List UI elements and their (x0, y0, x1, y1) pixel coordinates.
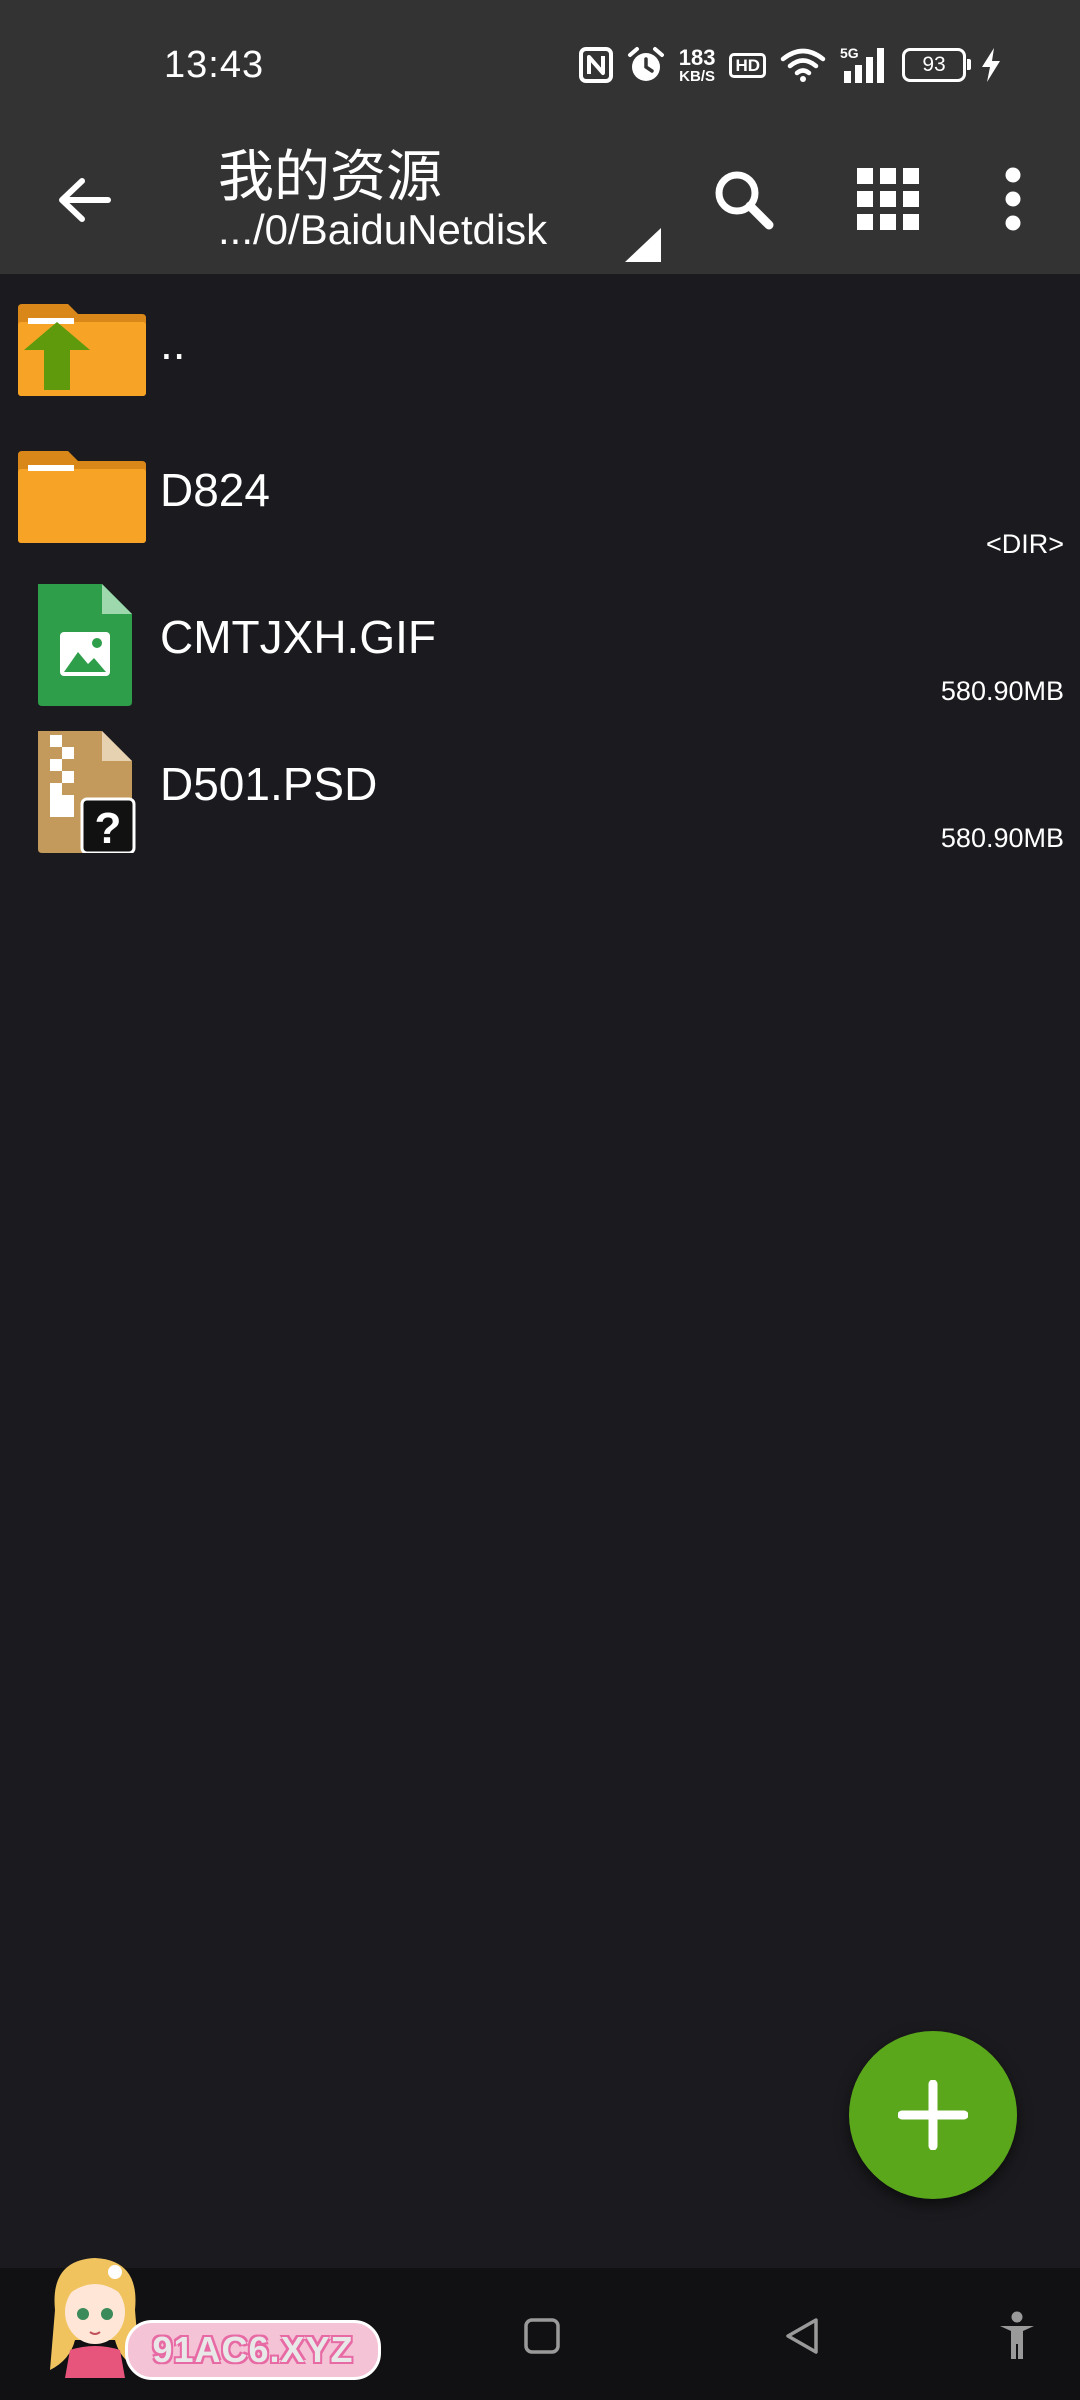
hd-icon: HD (729, 52, 766, 78)
page-title: 我的资源 (218, 145, 442, 210)
search-icon (715, 171, 774, 230)
list-item-parent-dir[interactable]: .. (0, 274, 1080, 421)
status-icons: 183 KB/S HD 5G 93 (578, 40, 1002, 90)
svg-text:?: ? (95, 804, 122, 853)
home-button[interactable] (510, 2304, 574, 2368)
file-meta: 580.90MB (940, 823, 1064, 853)
image-file-icon (38, 584, 132, 706)
charging-icon (982, 48, 1000, 82)
net-speed-unit: KB/S (679, 67, 715, 85)
accessibility-icon (1000, 2311, 1034, 2359)
watermark: 91AC6.XYZ (30, 2250, 381, 2380)
path-dropdown-icon[interactable] (625, 228, 661, 262)
file-name: .. (160, 317, 186, 369)
file-meta: 580.90MB (940, 676, 1064, 706)
battery-level: 93 (922, 53, 946, 76)
watermark-text: 91AC6.XYZ (125, 2320, 381, 2380)
list-item-folder[interactable]: D824 <DIR> (0, 421, 1080, 568)
back-arrow-icon (59, 178, 111, 222)
home-square-icon (524, 2318, 560, 2354)
file-meta: <DIR> (985, 529, 1064, 559)
file-name: D501.PSD (160, 758, 378, 810)
file-manager-screen: 13:43 183 KB/S HD 5G 93 我的资源 .../0/Baidu… (0, 0, 1080, 2400)
network-type-label: 5G (840, 45, 859, 61)
list-item-image-file[interactable]: CMTJXH.GIF 580.90MB (0, 568, 1080, 715)
alarm-icon (627, 47, 664, 81)
unknown-archive-file-icon: ? (38, 731, 136, 853)
back-button[interactable] (48, 164, 120, 236)
more-vert-icon (1005, 167, 1021, 231)
status-time: 13:43 (164, 44, 265, 86)
current-path[interactable]: .../0/BaiduNetdisk (218, 206, 547, 254)
back-triangle-icon (786, 2318, 818, 2354)
list-item-unknown-file[interactable]: ? D501.PSD 580.90MB (0, 715, 1080, 862)
folder-icon (18, 451, 146, 543)
battery-icon: 93 (902, 48, 971, 82)
more-options-button[interactable] (968, 154, 1058, 244)
nav-back-button[interactable] (770, 2304, 834, 2368)
add-button[interactable] (849, 2031, 1017, 2199)
cellular-signal-icon: 5G (840, 45, 884, 83)
status-bar: 13:43 183 KB/S HD 5G 93 (0, 0, 1080, 128)
net-speed-value: 183 (678, 44, 716, 70)
search-button[interactable] (698, 154, 788, 244)
accessibility-button[interactable] (985, 2304, 1049, 2368)
wifi-icon (780, 48, 826, 82)
file-list: .. D824 <DIR> CMTJXH.GIF 580.90MB ? D501… (0, 274, 1080, 862)
file-name: D824 (160, 464, 270, 516)
file-name: CMTJXH.GIF (160, 611, 436, 663)
grid-view-button[interactable] (843, 154, 933, 244)
app-toolbar: 我的资源 .../0/BaiduNetdisk (0, 128, 1080, 274)
folder-up-icon (18, 304, 146, 396)
nfc-icon (578, 47, 613, 83)
plus-icon (898, 2080, 968, 2150)
net-speed-indicator: 183 KB/S (678, 44, 716, 85)
grid-view-icon (857, 168, 919, 230)
